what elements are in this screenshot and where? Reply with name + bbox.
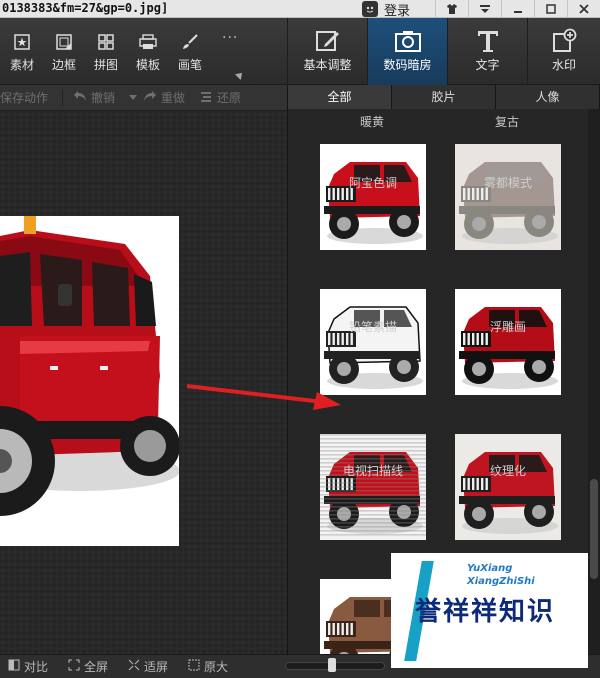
frame-icon — [44, 32, 84, 52]
panel-scrollbar[interactable] — [588, 109, 600, 654]
compare-label: 对比 — [24, 660, 49, 674]
undo-icon — [73, 90, 87, 105]
brush-icon — [170, 32, 210, 52]
minimize-icon[interactable] — [501, 0, 534, 18]
panel-tabs: 全部 胶片 人像 — [288, 85, 600, 109]
user-avatar-icon[interactable] — [362, 1, 378, 17]
watermark-line2: XiangZhiShi — [467, 576, 535, 587]
camera-icon — [368, 28, 447, 54]
printer-icon — [128, 32, 168, 52]
tab-portrait[interactable]: 人像 — [496, 85, 600, 109]
effect-label: 纹理化 — [489, 464, 526, 478]
tab-digital-darkroom[interactable]: 数码暗房 — [367, 18, 447, 85]
login-link[interactable]: 登录 — [384, 0, 410, 19]
redo-label: 重做 — [161, 91, 186, 105]
undo-label: 撤销 — [91, 91, 116, 105]
tab-label: 数码暗房 — [383, 58, 432, 72]
grid-icon — [86, 32, 126, 52]
login-area[interactable]: 登录 — [362, 0, 410, 19]
undo-button[interactable]: 撤销 — [73, 89, 115, 106]
effect-thumbnail[interactable] — [320, 144, 426, 250]
tool-label: 画笔 — [177, 58, 202, 72]
fit-screen-label: 适屏 — [144, 660, 169, 674]
scrollbar-thumb[interactable] — [590, 479, 598, 579]
watermark-brand: 誉祥祥知识 — [415, 597, 556, 627]
star-frame-icon — [2, 32, 42, 52]
undo-dropdown-icon[interactable] — [129, 94, 138, 101]
tab-text[interactable]: 文字 — [447, 18, 527, 85]
redo-icon — [143, 90, 157, 105]
more-dropdown-icon[interactable] — [235, 70, 245, 80]
save-action-label: 保存动作 — [0, 91, 49, 105]
category-warm-yellow: 暖黄 — [360, 115, 385, 129]
effect-thumbnail[interactable] — [320, 434, 426, 540]
effect-label: 电视扫描线 — [342, 464, 403, 478]
tab-all[interactable]: 全部 — [288, 85, 392, 109]
fullscreen-icon — [68, 659, 80, 674]
restore-button[interactable]: 还原 — [199, 89, 241, 106]
action-bar: 保存动作 撤销 重做 还原 — [0, 85, 287, 111]
annotation-arrow-icon — [186, 384, 341, 410]
window-title: 0138383&fm=27&gp=0.jpg] — [2, 1, 169, 15]
main-toolbar: 素材 边框 拼图 模板 画笔 ··· 基本调整 数码暗房 文字 水印 — [0, 18, 600, 85]
shirt-icon[interactable] — [435, 0, 468, 18]
effect-thumbnail[interactable] — [455, 289, 561, 395]
title-bar: 0138383&fm=27&gp=0.jpg] 登录 — [0, 0, 600, 19]
original-size-icon — [188, 659, 200, 674]
effect-thumbnail[interactable] — [455, 434, 561, 540]
redo-button[interactable]: 重做 — [143, 89, 185, 106]
fullscreen-label: 全屏 — [84, 660, 109, 674]
edit-icon — [288, 28, 367, 54]
original-size-label: 原大 — [204, 660, 229, 674]
tool-label: 拼图 — [93, 58, 118, 72]
watermark-line1: YuXiang — [467, 563, 513, 574]
tool-collage[interactable]: 拼图 — [86, 32, 126, 73]
maximize-icon[interactable] — [534, 0, 567, 18]
zoom-slider-handle[interactable] — [328, 658, 336, 672]
compare-button[interactable]: 对比 — [8, 658, 48, 675]
save-action-button[interactable]: 保存动作 — [0, 89, 48, 106]
effect-label: 铅笔素描 — [348, 320, 397, 334]
restore-label: 还原 — [217, 91, 242, 105]
tab-watermark[interactable]: 水印 — [527, 18, 600, 85]
tool-brush[interactable]: 画笔 — [170, 32, 210, 73]
original-size-button[interactable]: 原大 — [188, 658, 228, 675]
tool-template[interactable]: 模板 — [128, 32, 168, 73]
tool-label: 模板 — [135, 58, 160, 72]
tool-border[interactable]: 边框 — [44, 32, 84, 73]
compare-icon — [8, 659, 20, 674]
edited-photo — [0, 216, 179, 546]
close-icon[interactable] — [567, 0, 600, 18]
category-retro: 复古 — [495, 115, 520, 129]
tab-basic-adjust[interactable]: 基本调整 — [287, 18, 367, 85]
tool-label: 边框 — [51, 58, 76, 72]
fullscreen-button[interactable]: 全屏 — [68, 658, 108, 675]
text-icon — [448, 28, 527, 54]
tool-material[interactable]: 素材 — [2, 32, 42, 73]
restore-icon — [199, 90, 213, 105]
more-tools-button[interactable]: ··· — [222, 30, 238, 46]
tab-film[interactable]: 胶片 — [392, 85, 496, 109]
effect-label: 浮雕画 — [489, 320, 526, 334]
tool-label: 素材 — [9, 58, 34, 72]
watermark-icon — [528, 28, 600, 54]
menu-icon[interactable] — [468, 0, 501, 18]
zoom-slider[interactable] — [285, 658, 385, 672]
fit-screen-button[interactable]: 适屏 — [128, 658, 168, 675]
tab-label: 水印 — [551, 58, 576, 72]
tab-label: 文字 — [475, 58, 500, 72]
effect-thumbnail[interactable] — [455, 144, 561, 250]
tab-label: 基本调整 — [303, 58, 352, 72]
window-controls — [435, 0, 600, 18]
fit-screen-icon — [128, 659, 140, 674]
site-watermark: YuXiang XiangZhiShi 誉祥祥知识 — [391, 553, 588, 668]
divider — [62, 89, 64, 106]
effect-label: 阿宝色调 — [348, 176, 397, 190]
effect-label: 雾都模式 — [483, 176, 532, 190]
